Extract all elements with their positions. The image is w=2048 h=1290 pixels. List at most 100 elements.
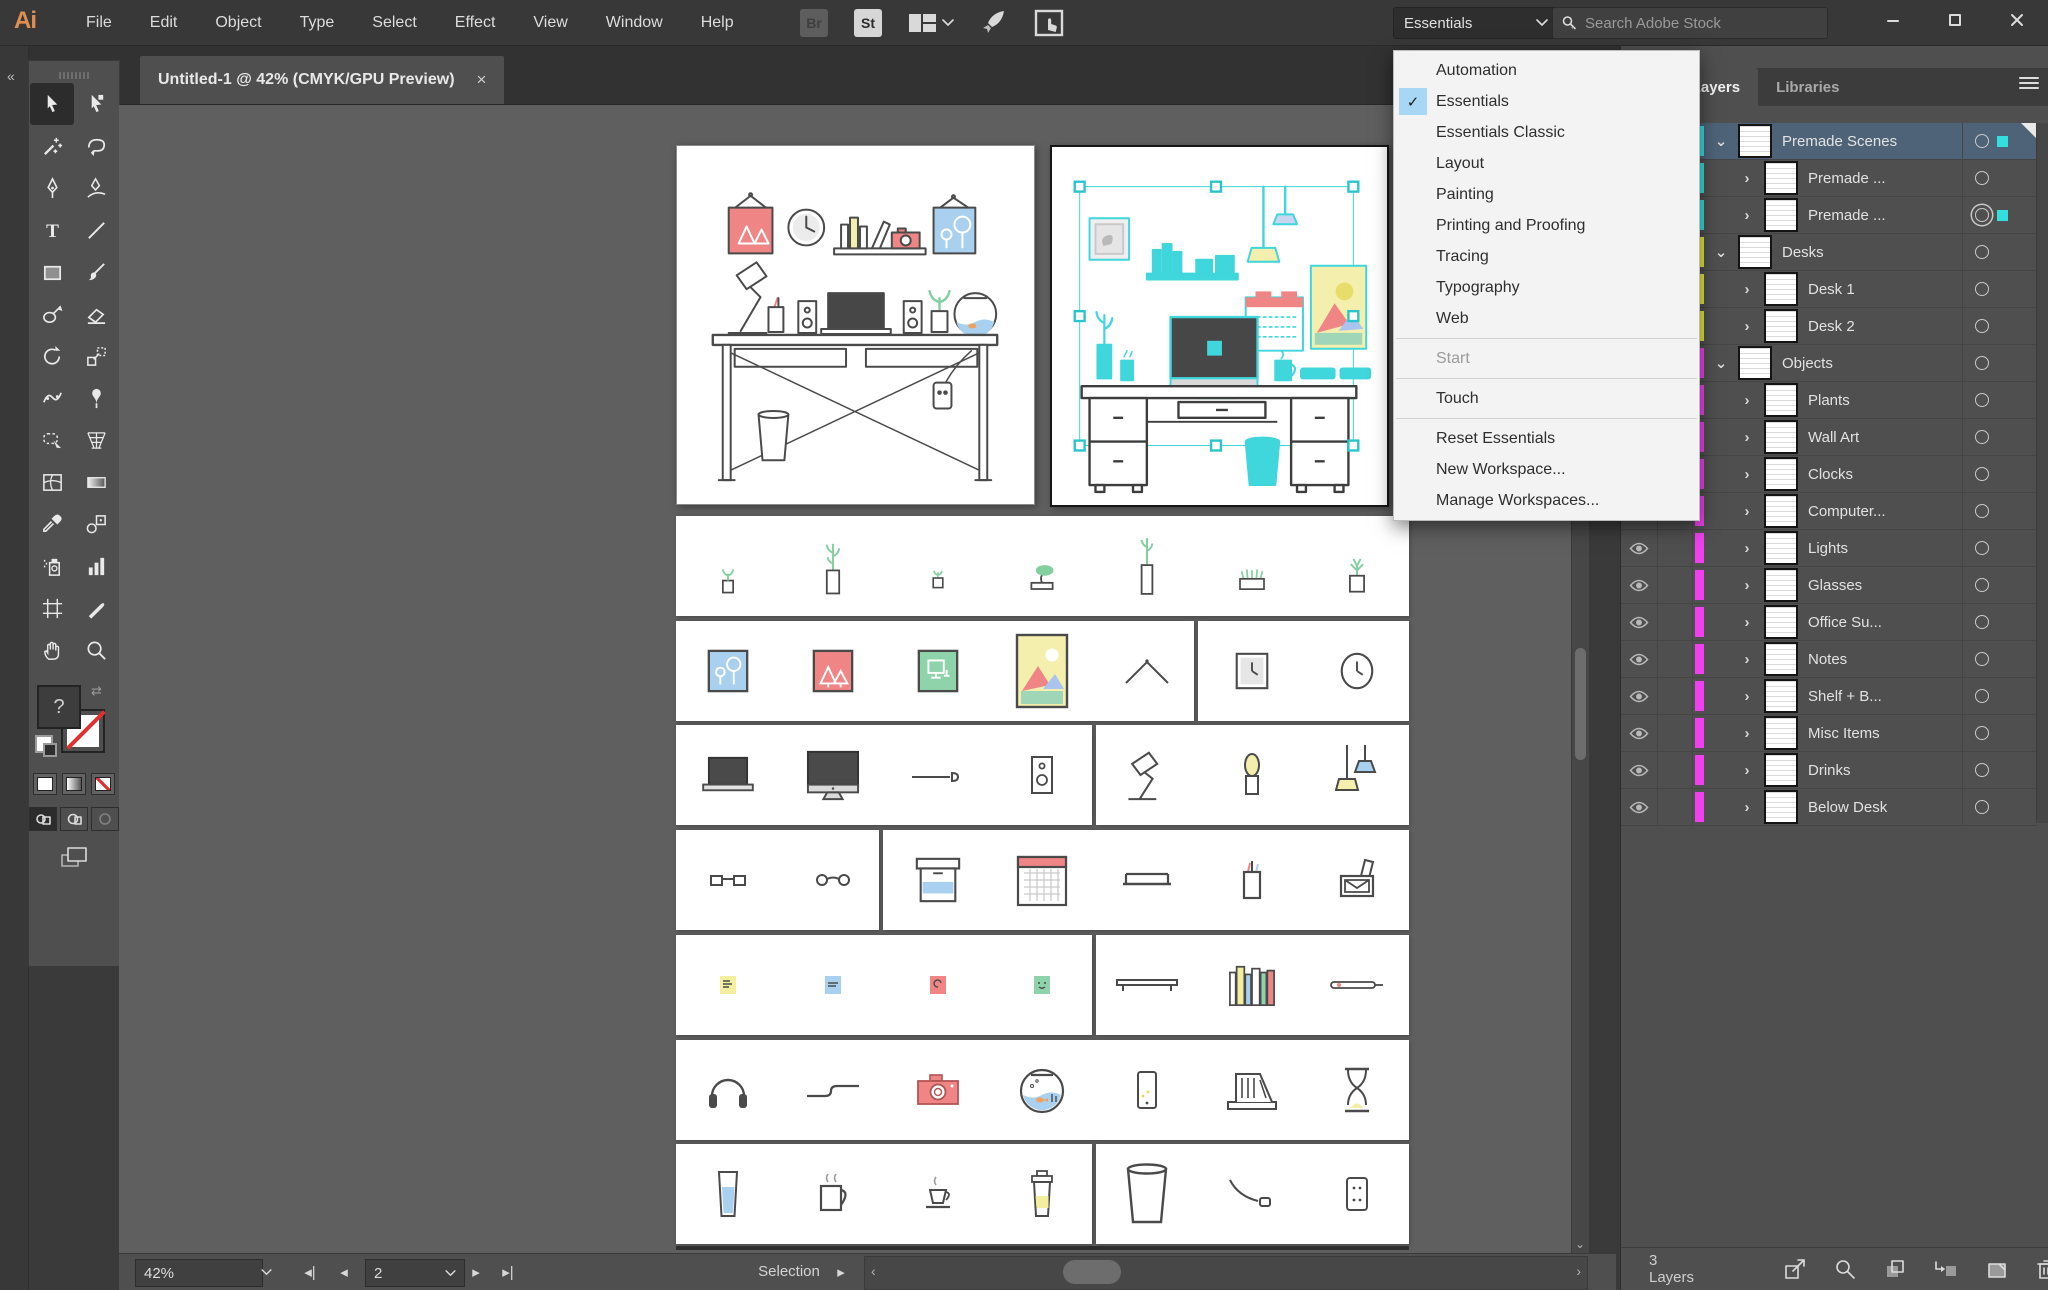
artboard-navigation-field[interactable]: 2 bbox=[365, 1259, 465, 1287]
lock-toggle[interactable] bbox=[1658, 752, 1693, 788]
collapse-chevron-icon[interactable]: ⌄ bbox=[1704, 132, 1738, 150]
plant-small-pot-object[interactable] bbox=[710, 536, 746, 596]
visibility-eye-icon[interactable] bbox=[1621, 715, 1658, 751]
desk-scene-2-selected[interactable] bbox=[1052, 147, 1383, 501]
expand-chevron-icon[interactable]: › bbox=[1704, 170, 1764, 187]
table-lamp-object[interactable] bbox=[1238, 749, 1266, 801]
book-stand-object[interactable] bbox=[1224, 1068, 1280, 1112]
close-document-icon[interactable]: × bbox=[477, 70, 487, 90]
wall-clock-square-object[interactable] bbox=[1231, 648, 1273, 694]
visibility-eye-icon[interactable] bbox=[1621, 530, 1658, 566]
target-circle-icon[interactable] bbox=[1975, 800, 1989, 814]
previous-artboard-button[interactable]: ◂ bbox=[331, 1259, 357, 1285]
selection-tool[interactable] bbox=[30, 83, 74, 125]
shaper-tool[interactable] bbox=[30, 293, 74, 335]
magic-wand-tool[interactable] bbox=[30, 125, 74, 167]
trash-bin-object[interactable] bbox=[1119, 1162, 1175, 1226]
target-circle-icon[interactable] bbox=[1975, 208, 1989, 222]
direct-selection-tool[interactable] bbox=[74, 83, 118, 125]
search-input[interactable] bbox=[1583, 13, 1787, 33]
wall-clock-round-object[interactable] bbox=[1336, 646, 1378, 696]
delete-layer-icon[interactable] bbox=[2036, 1258, 2048, 1280]
gradient-tool[interactable] bbox=[74, 461, 118, 503]
collapse-chevron-icon[interactable]: ⌄ bbox=[1704, 243, 1738, 261]
sticky-note-yellow-object[interactable] bbox=[718, 973, 738, 997]
target-circle-icon[interactable] bbox=[1975, 134, 1989, 148]
speaker-object[interactable] bbox=[1030, 755, 1054, 795]
fishbowl-object[interactable] bbox=[1016, 1066, 1068, 1114]
desk-tray-object[interactable] bbox=[1121, 869, 1173, 891]
layer-name[interactable]: Lights bbox=[1808, 540, 1962, 557]
layer-row-shelf-b[interactable]: › Shelf + B... bbox=[1621, 678, 2037, 715]
collapse-panel-icon[interactable]: « bbox=[7, 68, 15, 84]
perspective-grid-tool[interactable] bbox=[74, 419, 118, 461]
plant-bonsai-object[interactable] bbox=[1023, 535, 1061, 597]
workspace-menu-item-printing-and-proofing[interactable]: Printing and Proofing bbox=[1394, 210, 1699, 241]
minimize-button[interactable] bbox=[1862, 0, 1924, 40]
touch-workspace-icon[interactable] bbox=[1034, 8, 1064, 38]
locate-object-icon[interactable] bbox=[1834, 1258, 1856, 1280]
layer-name[interactable]: Drinks bbox=[1808, 762, 1962, 779]
sticky-note-blue-object[interactable] bbox=[823, 973, 843, 997]
expand-chevron-icon[interactable]: › bbox=[1704, 281, 1764, 298]
maximize-button[interactable] bbox=[1924, 0, 1986, 40]
bridge-icon[interactable]: Br bbox=[800, 8, 828, 37]
artboard-2[interactable] bbox=[1050, 145, 1389, 507]
scroll-left-icon[interactable]: ‹ bbox=[871, 1263, 876, 1279]
panel-tab-libraries[interactable]: Libraries bbox=[1758, 68, 1857, 106]
expand-chevron-icon[interactable]: › bbox=[1704, 392, 1764, 409]
panel-menu-icon[interactable] bbox=[2019, 76, 2039, 95]
draw-behind-button[interactable] bbox=[60, 807, 88, 831]
first-artboard-button[interactable]: ◂| bbox=[297, 1259, 323, 1285]
workspace-menu-item-essentials[interactable]: ✓ Essentials bbox=[1394, 86, 1699, 117]
laptop-object[interactable] bbox=[701, 754, 755, 796]
expand-chevron-icon[interactable]: › bbox=[1704, 540, 1764, 557]
plant-grass-object[interactable] bbox=[1232, 536, 1272, 596]
mesh-tool[interactable] bbox=[30, 461, 74, 503]
pen-tool[interactable] bbox=[30, 167, 74, 209]
width-tool[interactable] bbox=[30, 377, 74, 419]
wall-shelf-object[interactable] bbox=[1115, 976, 1179, 994]
lock-toggle[interactable] bbox=[1658, 641, 1693, 677]
desk-lamp-object[interactable] bbox=[1121, 746, 1173, 804]
layer-name[interactable]: Premade Scenes bbox=[1782, 133, 1962, 150]
next-artboard-button[interactable]: ▸ bbox=[463, 1259, 489, 1285]
expand-chevron-icon[interactable]: › bbox=[1704, 429, 1764, 446]
phone-object[interactable] bbox=[1135, 1070, 1159, 1110]
visibility-eye-icon[interactable] bbox=[1621, 604, 1658, 640]
target-circle-icon[interactable] bbox=[1975, 615, 1989, 629]
target-circle-icon[interactable] bbox=[1975, 763, 1989, 777]
expand-chevron-icon[interactable]: › bbox=[1704, 318, 1764, 335]
desk-organizer-object[interactable] bbox=[1333, 856, 1381, 904]
workspace-menu-item-touch[interactable]: Touch bbox=[1394, 383, 1699, 414]
target-circle-icon[interactable] bbox=[1975, 578, 1989, 592]
eyedropper-tool[interactable] bbox=[30, 503, 74, 545]
lasso-tool[interactable] bbox=[74, 125, 118, 167]
tools-panel-grip[interactable] bbox=[29, 61, 119, 83]
layer-name[interactable]: Notes bbox=[1808, 651, 1962, 668]
line-segment-tool[interactable] bbox=[74, 209, 118, 251]
target-circle-icon[interactable] bbox=[1975, 467, 1989, 481]
horizontal-scrollbar[interactable]: ‹ › bbox=[864, 1256, 1588, 1290]
mug-object[interactable] bbox=[815, 1171, 851, 1217]
visibility-eye-icon[interactable] bbox=[1621, 752, 1658, 788]
togo-cup-object[interactable] bbox=[1028, 1169, 1056, 1219]
calendar-object[interactable] bbox=[1016, 851, 1068, 909]
slice-tool[interactable] bbox=[74, 587, 118, 629]
visibility-eye-icon[interactable] bbox=[1621, 567, 1658, 603]
layer-name[interactable]: Plants bbox=[1808, 392, 1962, 409]
workspace-menu-item-automation[interactable]: Automation bbox=[1394, 55, 1699, 86]
layer-row-misc-items[interactable]: › Misc Items bbox=[1621, 715, 2037, 752]
status-bar-menu-icon[interactable]: ▸ bbox=[831, 1259, 851, 1285]
power-outlet-object[interactable] bbox=[1345, 1176, 1369, 1212]
menu-window[interactable]: Window bbox=[606, 14, 663, 32]
scroll-right-icon[interactable]: › bbox=[1576, 1263, 1581, 1279]
visibility-eye-icon[interactable] bbox=[1621, 641, 1658, 677]
hand-tool[interactable] bbox=[30, 629, 74, 671]
artboard-1[interactable] bbox=[676, 145, 1035, 505]
draw-normal-button[interactable] bbox=[29, 807, 57, 831]
menu-help[interactable]: Help bbox=[701, 14, 734, 32]
layer-name[interactable]: Computer... bbox=[1808, 503, 1962, 520]
last-artboard-button[interactable]: ▸| bbox=[495, 1259, 521, 1285]
layer-name[interactable]: Clocks bbox=[1808, 466, 1962, 483]
